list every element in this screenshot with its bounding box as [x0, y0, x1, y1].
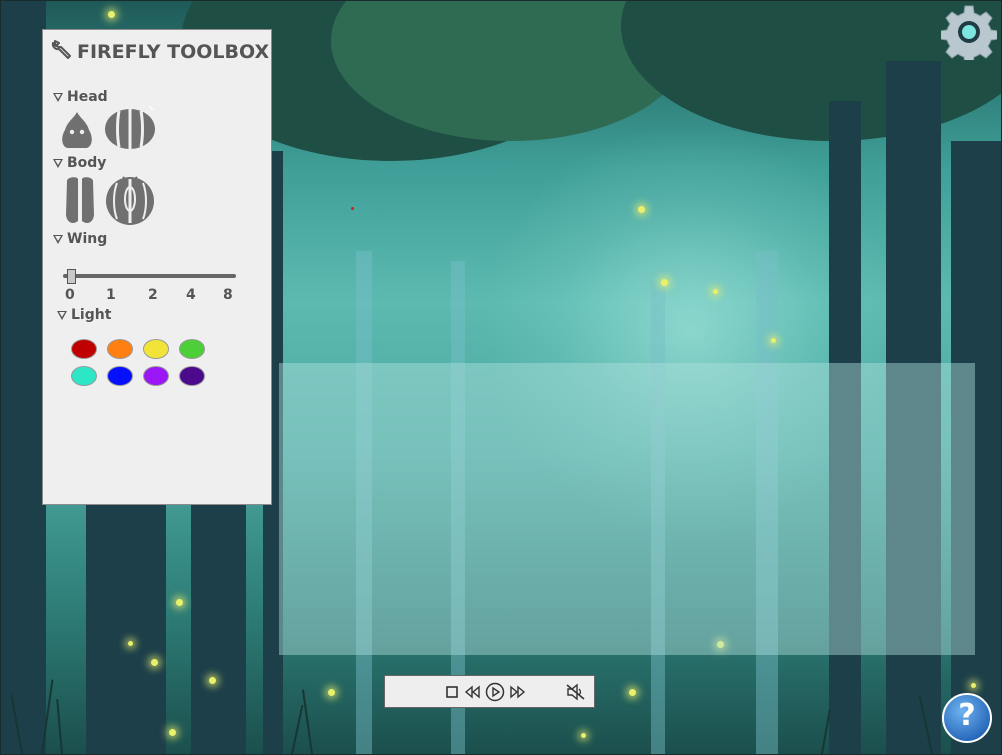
- section-light-label: Light: [71, 307, 112, 323]
- firefly: [108, 11, 115, 18]
- section-body-label: Body: [67, 155, 107, 171]
- gear-icon: [939, 5, 999, 65]
- firefly-toolbox-panel: FIREFLY TOOLBOX Head Body Wing 0 1 2 4 8…: [42, 29, 272, 505]
- light-color-swatch[interactable]: [143, 339, 169, 359]
- body-option-plain[interactable]: [63, 175, 97, 229]
- stop-button[interactable]: [443, 683, 461, 701]
- grass-blade: [56, 699, 63, 754]
- firefly: [661, 279, 668, 286]
- toolbox-title-text: FIREFLY TOOLBOX: [77, 40, 270, 63]
- firefly: [209, 677, 216, 684]
- light-color-swatch[interactable]: [107, 366, 133, 386]
- light-color-swatch[interactable]: [143, 366, 169, 386]
- wing-tick-label: 0: [65, 287, 75, 303]
- triangle-down-icon: [53, 92, 63, 102]
- firefly: [638, 206, 645, 213]
- section-light-toggle[interactable]: Light: [57, 307, 111, 323]
- toolbox-title: FIREFLY TOOLBOX: [51, 38, 269, 65]
- wing-tick-label: 4: [186, 287, 196, 303]
- help-label: ?: [958, 698, 976, 733]
- mute-button[interactable]: [565, 683, 587, 701]
- fast-forward-button[interactable]: [509, 683, 527, 701]
- wing-slider-thumb[interactable]: [67, 269, 76, 284]
- triangle-down-icon: [53, 158, 63, 168]
- firefly: [151, 659, 158, 666]
- firefly: [176, 599, 183, 606]
- firefly: [169, 729, 176, 736]
- firefly: [128, 641, 133, 646]
- firefly: [971, 683, 976, 688]
- wing-tick-label: 2: [148, 287, 158, 303]
- light-color-swatch[interactable]: [107, 339, 133, 359]
- help-button[interactable]: ?: [941, 692, 993, 744]
- speaker-muted-icon: [566, 683, 585, 701]
- light-color-swatch[interactable]: [71, 339, 97, 359]
- section-wing-toggle[interactable]: Wing: [53, 231, 107, 247]
- firefly: [713, 289, 718, 294]
- body-option-shell[interactable]: [103, 173, 157, 231]
- firefly: [771, 338, 776, 343]
- triangle-down-icon: [57, 310, 67, 320]
- head-option-pointed[interactable]: [59, 110, 95, 154]
- firefly: [328, 689, 335, 696]
- grass-blade: [301, 689, 313, 754]
- firefly: [581, 733, 586, 738]
- firefly-stage-area[interactable]: [279, 363, 975, 655]
- settings-button[interactable]: [939, 4, 999, 65]
- wing-slider-track[interactable]: [63, 274, 236, 278]
- wing-tick-label: 1: [106, 287, 116, 303]
- wing-tick-label: 8: [223, 287, 233, 303]
- section-head-label: Head: [67, 89, 108, 105]
- wrench-icon: [51, 38, 73, 65]
- section-body-toggle[interactable]: Body: [53, 155, 106, 171]
- light-color-swatch[interactable]: [179, 339, 205, 359]
- tree-trunk: [1, 1, 46, 754]
- firefly: [629, 689, 636, 696]
- triangle-down-icon: [53, 234, 63, 244]
- light-color-swatch[interactable]: [71, 366, 97, 386]
- playback-control-bar: [384, 675, 595, 708]
- section-head-toggle[interactable]: Head: [53, 89, 108, 105]
- section-wing-label: Wing: [67, 231, 108, 247]
- light-color-swatch[interactable]: [179, 366, 205, 386]
- head-option-round[interactable]: [103, 104, 157, 154]
- red-dot: [351, 207, 354, 210]
- play-button[interactable]: [485, 682, 505, 702]
- grass-blade: [291, 704, 304, 754]
- rewind-button[interactable]: [463, 683, 481, 701]
